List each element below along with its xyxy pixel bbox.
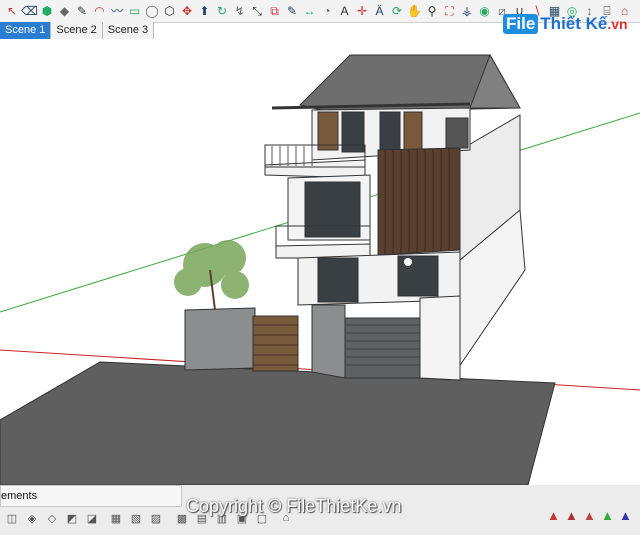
protractor-icon[interactable]: ◔ (319, 3, 335, 19)
3d-text-icon[interactable]: Ä (372, 3, 388, 19)
copyright-watermark: Copyright © FileThietKe.vn (186, 496, 402, 516)
zoom-icon[interactable]: ⚲ (424, 3, 440, 19)
window-mid (304, 181, 361, 238)
solid-union-icon[interactable]: ◈ (24, 510, 40, 526)
wood-panel-top-2 (403, 111, 423, 151)
scale-icon[interactable]: ⤡ (249, 3, 265, 19)
ground-slab (0, 361, 556, 486)
logo-part-vn: .vn (607, 16, 628, 32)
window-top-1 (341, 111, 365, 153)
offset-icon[interactable]: ⧉ (267, 3, 283, 19)
rectangle-icon[interactable]: ▭ (127, 3, 143, 19)
tab-scene-3[interactable]: Scene 3 (102, 22, 155, 39)
garage-door (344, 317, 421, 379)
model-drawing (0, 53, 640, 486)
polygon-icon[interactable]: ⬡ (162, 3, 178, 19)
eraser-icon[interactable]: ⌫ (21, 3, 38, 19)
rotate-icon[interactable]: ↻ (214, 3, 230, 19)
component-icon[interactable]: ◆ (57, 3, 73, 19)
move-icon[interactable]: ✥ (179, 3, 195, 19)
zoom-extents-icon[interactable]: ⛶ (442, 3, 458, 19)
tab-scene-1[interactable]: Scene 1 (0, 22, 52, 39)
select-icon[interactable]: ↖ (4, 3, 20, 19)
orbit-icon[interactable]: ⟳ (389, 3, 405, 19)
dimension-icon[interactable]: ↔ (302, 3, 318, 19)
pan-icon[interactable]: ✋ (407, 3, 423, 19)
tape-measure-icon[interactable]: ✎ (284, 3, 300, 19)
sandbox-smoove-icon[interactable]: ▨ (148, 510, 164, 526)
wood-louver-screen (377, 147, 461, 256)
logo-part-thietke: Thiết Kế (540, 14, 608, 33)
freehand-icon[interactable]: 〰 (109, 3, 125, 19)
axes-icon[interactable]: ✛ (354, 3, 370, 19)
right-toolbar: ▲ ▲ ▲ ▲ ▲ (543, 505, 640, 535)
solid-trim-icon[interactable]: ◩ (64, 510, 80, 526)
terrain-icon[interactable]: ▲ (565, 508, 581, 528)
tab-scene-2[interactable]: Scene 2 (51, 22, 103, 39)
paint-bucket-icon[interactable]: ⬢ (39, 3, 55, 19)
scene-tabs: Scene 1 Scene 2 Scene 3 (0, 22, 155, 40)
circle-icon[interactable]: ◯ (144, 3, 160, 19)
push-pull-icon[interactable]: ⬆ (197, 3, 213, 19)
ground-window (317, 257, 359, 303)
stone-wall-left (184, 307, 256, 371)
sandbox-scratch-icon[interactable]: ▧ (128, 510, 144, 526)
solid-tool-icon[interactable]: ◫ (4, 510, 20, 526)
photo-texture-icon[interactable]: ▲ (583, 508, 599, 528)
follow-me-icon[interactable]: ↯ (232, 3, 248, 19)
solid-split-icon[interactable]: ◪ (84, 510, 100, 526)
sandbox-icon[interactable]: ▦ (108, 510, 124, 526)
walk-icon[interactable]: ⚶ (459, 3, 475, 19)
line-icon[interactable]: ✎ (74, 3, 90, 19)
extension-icon[interactable]: ▲ (619, 508, 635, 528)
wood-panel-top (317, 111, 339, 151)
add-location-icon[interactable]: ▲ (547, 508, 563, 528)
arc-icon[interactable]: ◠ (92, 3, 108, 19)
garage-side-wall (419, 295, 461, 381)
text-icon[interactable]: A (337, 3, 353, 19)
stone-wall-mid (311, 304, 346, 379)
solid-intersect-icon[interactable]: ◇ (44, 510, 60, 526)
3d-viewport[interactable] (0, 40, 640, 486)
top-louver (445, 117, 469, 149)
wood-gate (252, 315, 299, 372)
tree (174, 240, 249, 299)
filethietke-logo: File Thiết Kế .vn (503, 13, 628, 35)
geo-location-icon[interactable]: ▲ (601, 508, 617, 528)
light-fixture (404, 258, 412, 266)
entity-panel-tab[interactable]: ements (0, 485, 182, 507)
logo-part-file: File (503, 14, 539, 34)
window-top-2 (379, 111, 401, 151)
look-around-icon[interactable]: ◉ (477, 3, 493, 19)
